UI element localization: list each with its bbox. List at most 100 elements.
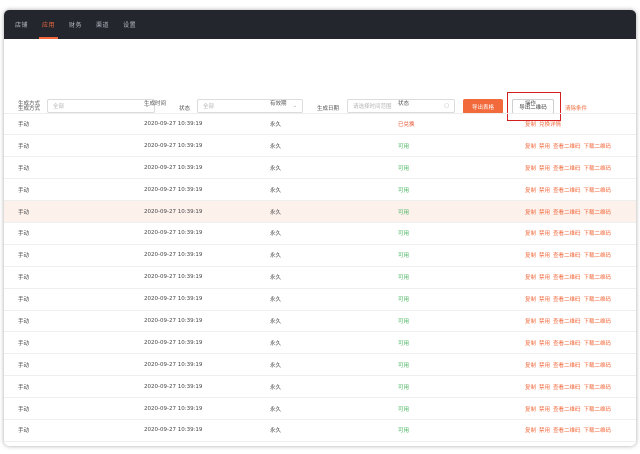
- row-action-link[interactable]: 复制: [525, 385, 536, 391]
- nav-item-0[interactable]: 店铺: [8, 10, 35, 39]
- row-action-link[interactable]: 下载二维码: [584, 385, 612, 391]
- row-action-link[interactable]: 禁用: [539, 144, 550, 150]
- row-action-link[interactable]: 禁用: [539, 166, 550, 172]
- cell-actions: 复制 禁用 查看二维码 下载二维码: [525, 266, 636, 289]
- row-action-link[interactable]: 复制: [525, 122, 536, 128]
- row-action-link[interactable]: 复制: [525, 188, 536, 194]
- row-action-link[interactable]: 下载二维码: [584, 275, 612, 281]
- cell-validity: 永久: [270, 222, 398, 245]
- header-status: 状态: [398, 94, 525, 114]
- row-action-link[interactable]: 复制: [525, 341, 536, 347]
- cell-time: 2020-09-27 10:39:19: [144, 397, 270, 420]
- cell-actions: 复制 禁用 查看二维码 下载二维码: [525, 353, 636, 377]
- row-action-link[interactable]: 查看二维码: [553, 166, 581, 172]
- cell-method: 手动: [4, 178, 144, 202]
- nav-item-3[interactable]: 渠道: [89, 10, 116, 39]
- row-action-link[interactable]: 禁用: [539, 275, 550, 281]
- row-action-link[interactable]: 复制: [525, 231, 536, 237]
- cell-actions: 复制 禁用 查看二维码 下载二维码: [525, 156, 636, 180]
- table-row: 手动 2020-09-27 10:39:19 永久 可用 复制 禁用 查看二维码 下载二维码: [4, 419, 636, 442]
- cell-method: 手动: [4, 331, 144, 355]
- row-action-link[interactable]: 下载二维码: [584, 297, 612, 303]
- row-action-link[interactable]: 查看二维码: [553, 319, 581, 325]
- row-action-link[interactable]: 查看二维码: [553, 363, 581, 369]
- table-row: 手动 2020-09-27 10:39:19 永久 可用 复制 禁用 查看二维码 下载二维码: [4, 266, 636, 289]
- row-action-link[interactable]: 查看二维码: [553, 275, 581, 281]
- row-action-link[interactable]: 下载二维码: [584, 188, 612, 194]
- row-action-link[interactable]: 复制: [525, 210, 536, 216]
- header-actions: 操作: [525, 94, 636, 114]
- cell-actions: 复制 禁用 查看二维码 下载二维码: [525, 288, 636, 311]
- cell-actions: 复制 禁用 查看二维码 下载二维码: [525, 375, 636, 399]
- row-action-link[interactable]: 兑换详情: [539, 122, 561, 128]
- cell-validity: 永久: [270, 266, 398, 289]
- row-action-link[interactable]: 下载二维码: [584, 210, 612, 216]
- table-row: 手动 2020-09-27 10:39:19 永久 可用 复制 禁用 查看二维码 下载二维码: [4, 244, 636, 267]
- row-action-link[interactable]: 复制: [525, 428, 536, 434]
- cell-time: 2020-09-27 10:39:19: [144, 353, 270, 377]
- row-action-link[interactable]: 下载二维码: [584, 253, 612, 259]
- row-action-link[interactable]: 禁用: [539, 188, 550, 194]
- row-action-link[interactable]: 查看二维码: [553, 297, 581, 303]
- cell-method: 手动: [4, 134, 144, 158]
- row-action-link[interactable]: 禁用: [539, 341, 550, 347]
- cell-status: 可用: [398, 288, 525, 311]
- row-action-link[interactable]: 禁用: [539, 319, 550, 325]
- cell-time: 2020-09-27 10:39:19: [144, 266, 270, 289]
- cell-validity: 永久: [270, 419, 398, 442]
- row-action-link[interactable]: 禁用: [539, 210, 550, 216]
- row-action-link[interactable]: 禁用: [539, 428, 550, 434]
- cell-actions: 复制 禁用 查看二维码 下载二维码: [525, 310, 636, 333]
- cell-method: 手动: [4, 375, 144, 399]
- row-action-link[interactable]: 复制: [525, 297, 536, 303]
- row-action-link[interactable]: 查看二维码: [553, 341, 581, 347]
- row-action-link[interactable]: 禁用: [539, 407, 550, 413]
- row-action-link[interactable]: 禁用: [539, 253, 550, 259]
- row-action-link[interactable]: 查看二维码: [553, 428, 581, 434]
- table-row: 手动 2020-09-27 10:39:19 永久 可用 复制 禁用 查看二维码 下载二维码: [4, 156, 636, 180]
- row-action-link[interactable]: 下载二维码: [584, 144, 612, 150]
- table-row: 手动 2020-09-27 10:39:19 永久 可用 复制 禁用 查看二维码 下载二维码: [4, 375, 636, 399]
- row-action-link[interactable]: 下载二维码: [584, 428, 612, 434]
- row-action-link[interactable]: 查看二维码: [553, 231, 581, 237]
- table-row: 手动 2020-09-27 10:39:19 永久 可用 复制 禁用 查看二维码 下载二维码: [4, 310, 636, 333]
- cell-method: 手动: [4, 222, 144, 245]
- row-action-link[interactable]: 禁用: [539, 363, 550, 369]
- row-action-link[interactable]: 复制: [525, 319, 536, 325]
- row-action-link[interactable]: 查看二维码: [553, 188, 581, 194]
- cell-method: 手动: [4, 397, 144, 420]
- row-action-link[interactable]: 下载二维码: [584, 363, 612, 369]
- cell-time: 2020-09-27 10:39:19: [144, 310, 270, 333]
- cell-actions: 复制 禁用 查看二维码 下载二维码: [525, 200, 636, 223]
- row-action-link[interactable]: 查看二维码: [553, 144, 581, 150]
- row-action-link[interactable]: 下载二维码: [584, 407, 612, 413]
- row-action-link[interactable]: 下载二维码: [584, 319, 612, 325]
- cell-method: 手动: [4, 310, 144, 333]
- row-action-link[interactable]: 复制: [525, 144, 536, 150]
- row-action-link[interactable]: 复制: [525, 363, 536, 369]
- row-action-link[interactable]: 禁用: [539, 297, 550, 303]
- table-header-row: 生成方式 生成时间 有效期 状态 操作: [4, 94, 636, 114]
- row-action-link[interactable]: 查看二维码: [553, 210, 581, 216]
- row-action-link[interactable]: 复制: [525, 253, 536, 259]
- row-action-link[interactable]: 下载二维码: [584, 166, 612, 172]
- cell-status: 已兑换: [398, 113, 525, 136]
- row-action-link[interactable]: 复制: [525, 275, 536, 281]
- row-action-link[interactable]: 查看二维码: [553, 407, 581, 413]
- cell-status: 可用: [398, 156, 525, 180]
- cell-status: 可用: [398, 331, 525, 355]
- row-action-link[interactable]: 禁用: [539, 231, 550, 237]
- nav-item-1[interactable]: 应用: [35, 10, 62, 39]
- nav-item-2[interactable]: 财务: [62, 10, 89, 39]
- table-row: 手动 2020-09-27 10:39:19 永久 可用 复制 禁用 查看二维码 下载二维码: [4, 222, 636, 245]
- row-action-link[interactable]: 复制: [525, 407, 536, 413]
- row-action-link[interactable]: 下载二维码: [584, 341, 612, 347]
- table-row: 手动 2020-09-27 10:39:19 永久 可用 复制 禁用 查看二维码 下载二维码: [4, 288, 636, 311]
- row-action-link[interactable]: 下载二维码: [584, 231, 612, 237]
- row-action-link[interactable]: 查看二维码: [553, 253, 581, 259]
- row-action-link[interactable]: 复制: [525, 166, 536, 172]
- nav-item-4[interactable]: 设置: [116, 10, 143, 39]
- row-action-link[interactable]: 禁用: [539, 385, 550, 391]
- cell-validity: 永久: [270, 375, 398, 399]
- row-action-link[interactable]: 查看二维码: [553, 385, 581, 391]
